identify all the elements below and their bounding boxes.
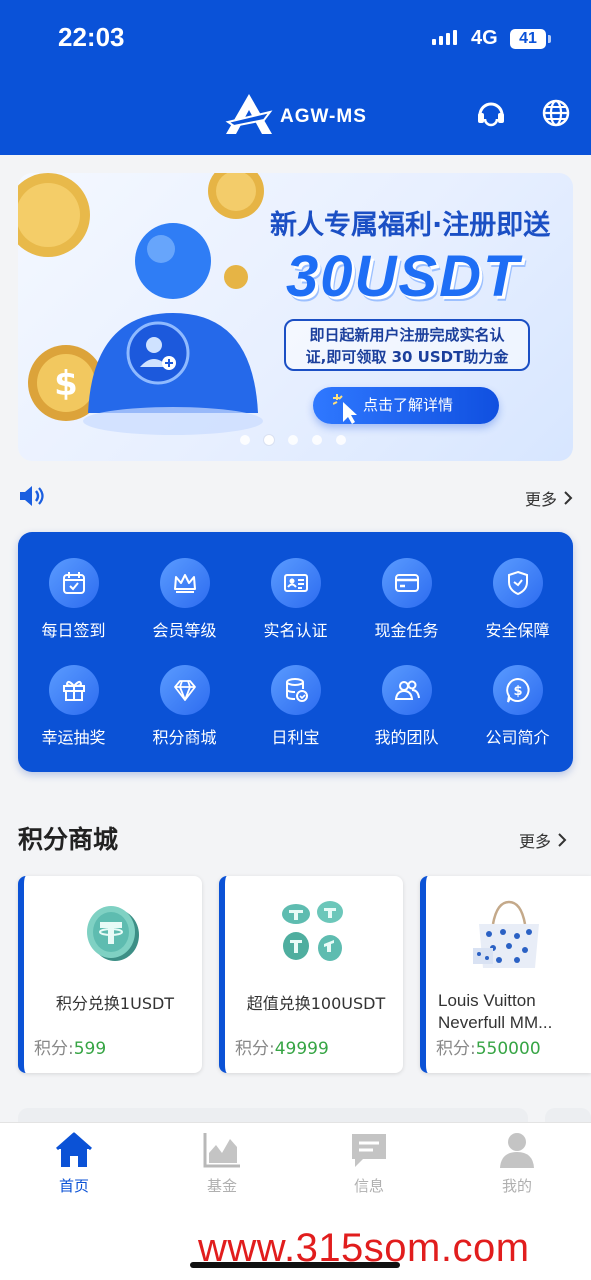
dollar-chat-icon: $ [492, 665, 543, 715]
menu-lucky-draw[interactable]: 幸运抽奖 [18, 665, 129, 748]
carousel-dot[interactable] [288, 435, 298, 445]
tab-label: 信息 [353, 1177, 384, 1195]
menu-daily-checkin[interactable]: 每日签到 [18, 558, 129, 641]
calendar-icon [48, 558, 99, 608]
gift-icon [48, 665, 99, 715]
mall-more-label: 更多 [518, 832, 551, 851]
menu-label: 日利宝 [271, 728, 320, 747]
globe-icon[interactable] [540, 97, 572, 129]
menu-my-team[interactable]: 我的团队 [351, 665, 462, 748]
tab-fund[interactable]: 基金 [177, 1131, 267, 1196]
menu-security[interactable]: 安全保障 [462, 558, 573, 641]
points-label: 积分: [235, 1039, 275, 1059]
product-points: 积分:49999 [235, 1034, 329, 1059]
home-indicator[interactable] [190, 1262, 400, 1268]
app-header: 22:03 4G 41 AGW-MS [0, 0, 591, 155]
notice-more-label: 更多 [524, 490, 557, 509]
menu-label: 实名认证 [263, 621, 328, 640]
user-icon [500, 1133, 534, 1168]
product-name: Louis Vuitton Neverfull MM... [438, 991, 553, 1032]
menu-real-name-auth[interactable]: 实名认证 [240, 558, 351, 641]
banner-desc-line1: 即日起新用户注册完成实名认 [309, 326, 505, 344]
menu-points-mall[interactable]: 积分商城 [129, 665, 240, 748]
menu-label: 公司简介 [485, 728, 550, 747]
status-time: 22:03 [58, 22, 125, 52]
brand-name: AGW-MS [280, 106, 367, 127]
tab-label: 基金 [206, 1177, 237, 1195]
diamond-icon [159, 665, 210, 715]
banner-title: 新人专属福利·注册即送 [270, 210, 551, 241]
banner-description: 即日起新用户注册完成实名认 证,即可领取 30 USDT助力金 [284, 319, 530, 371]
tab-home[interactable]: 首页 [29, 1131, 119, 1196]
cursor-click-icon [333, 394, 357, 424]
mall-more-link[interactable]: 更多 [519, 828, 567, 852]
credit-card-icon [381, 558, 432, 608]
id-card-icon [270, 558, 321, 608]
menu-label: 每日签到 [41, 621, 106, 640]
network-type: 4G [471, 27, 498, 49]
quick-menu-grid: 每日签到 会员等级 实名认证 现金任务 安全保障 幸运抽奖 积分商城 日利宝 我… [18, 532, 573, 772]
tether-coin-icon [87, 906, 139, 961]
product-name: 积分兑换1USDT [55, 994, 175, 1013]
product-card[interactable]: 积分兑换1USDT 积分:599 [18, 876, 202, 1073]
team-icon [381, 665, 432, 715]
menu-label: 积分商城 [152, 728, 217, 747]
chevron-right-icon [564, 491, 573, 505]
product-card[interactable]: Louis Vuitton Neverfull MM... 积分:550000 [420, 876, 591, 1073]
banner-button-label: 点击了解详情 [363, 396, 454, 414]
points-label: 积分: [34, 1039, 74, 1059]
menu-company-profile[interactable]: $ 公司简介 [462, 665, 573, 748]
menu-label: 现金任务 [374, 621, 439, 640]
points-label: 积分: [436, 1039, 476, 1059]
promo-banner[interactable]: $ 新人专属福利·注册即送 30USDT 即日起新用户注册完成实名认 证,即可领… [18, 173, 573, 461]
carousel-dot[interactable] [264, 435, 274, 445]
tab-label: 我的 [501, 1177, 532, 1195]
points-value: 49999 [274, 1039, 329, 1059]
banner-illustration: $ [18, 173, 264, 435]
menu-member-level[interactable]: 会员等级 [129, 558, 240, 641]
chevron-right-icon [558, 833, 567, 847]
section-title-points-mall: 积分商城 [18, 825, 119, 854]
notice-more-link[interactable]: 更多 [525, 486, 573, 510]
product-points: 积分:599 [34, 1034, 106, 1059]
points-value: 599 [73, 1039, 107, 1059]
tab-label: 首页 [58, 1177, 89, 1195]
banner-details-button[interactable]: 点击了解详情 [313, 387, 499, 424]
banner-amount: 30USDT [286, 244, 521, 309]
points-value: 550000 [475, 1039, 541, 1059]
svg-text:$: $ [54, 364, 78, 404]
menu-label: 会员等级 [152, 621, 217, 640]
brand-logo-icon [225, 94, 273, 134]
product-name: 超值兑换100USDT [246, 994, 386, 1013]
svg-text:$: $ [513, 684, 522, 699]
menu-daily-profit[interactable]: 日利宝 [240, 665, 351, 748]
tether-coins-icon [282, 901, 343, 961]
tab-profile[interactable]: 我的 [472, 1131, 562, 1196]
notice-bar[interactable]: 更多 [18, 482, 573, 512]
product-card[interactable]: 超值兑换100USDT 积分:49999 [219, 876, 403, 1073]
database-icon [270, 665, 321, 715]
carousel-dot[interactable] [336, 435, 346, 445]
crown-icon [159, 558, 210, 608]
menu-label: 我的团队 [374, 728, 439, 747]
home-icon [56, 1132, 92, 1167]
menu-label: 安全保障 [485, 621, 550, 640]
headset-icon[interactable] [475, 97, 507, 129]
menu-cash-task[interactable]: 现金任务 [351, 558, 462, 641]
chart-icon [203, 1133, 240, 1168]
carousel-dot[interactable] [312, 435, 322, 445]
shield-icon [492, 558, 543, 608]
carousel-dot[interactable] [240, 435, 250, 445]
message-icon [352, 1134, 386, 1167]
tab-messages[interactable]: 信息 [324, 1131, 414, 1196]
signal-icon [432, 30, 460, 45]
product-points: 积分:550000 [436, 1034, 541, 1059]
handbag-image [472, 900, 539, 968]
speaker-icon [20, 486, 44, 506]
carousel-dots[interactable] [240, 435, 346, 445]
menu-label: 幸运抽奖 [41, 728, 106, 747]
battery-icon: 41 [510, 29, 551, 49]
banner-desc-line2: 证,即可领取 30 USDT助力金 [305, 348, 509, 366]
